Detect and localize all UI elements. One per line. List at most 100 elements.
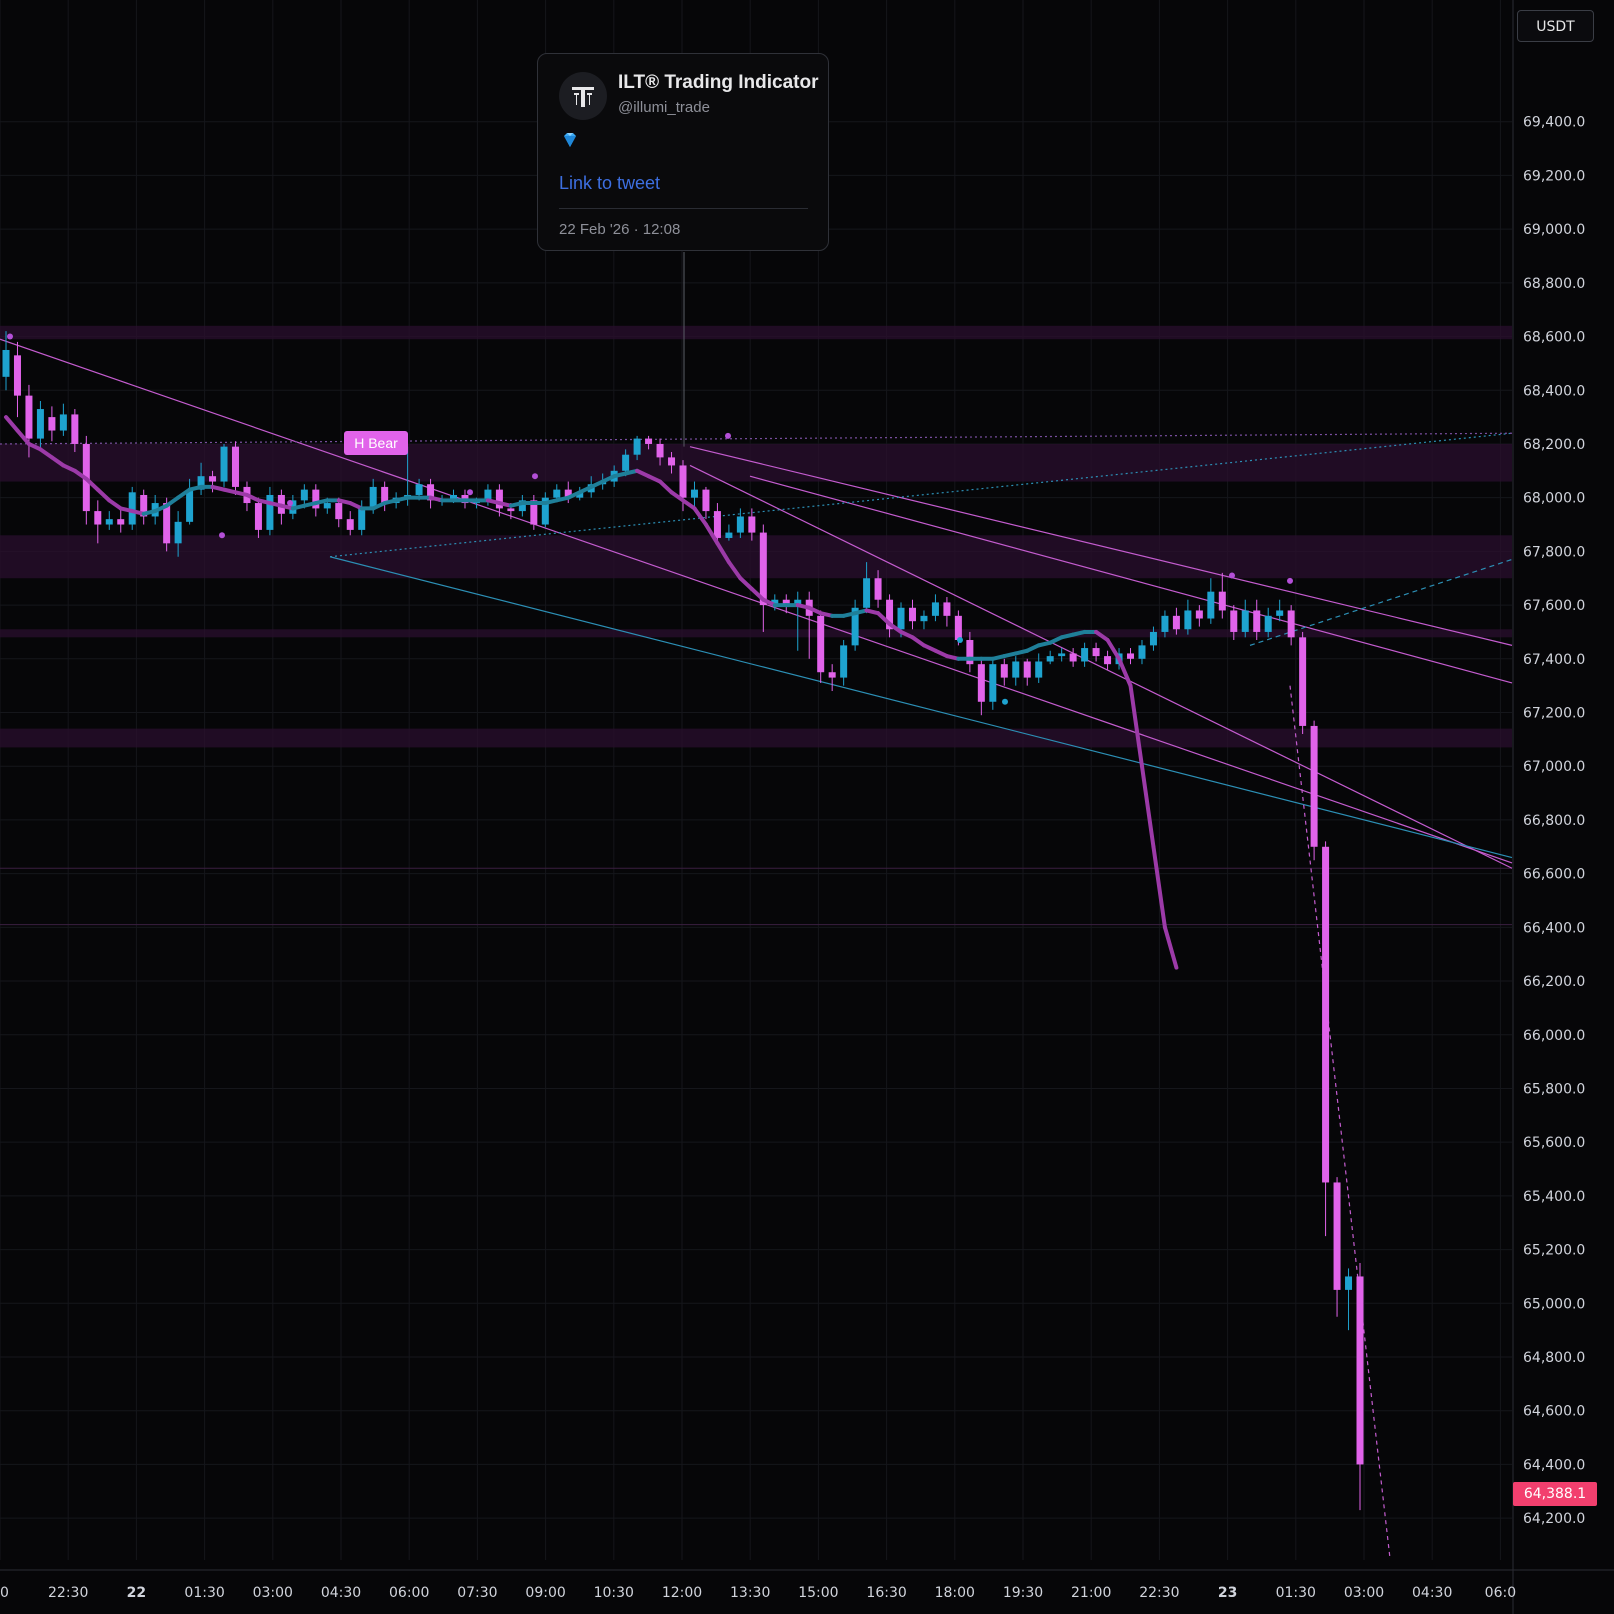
candle-body (186, 489, 194, 522)
candle-body (1058, 653, 1066, 657)
x-tick-label: 04:30 (321, 1585, 361, 1601)
supply-demand-zones (0, 325, 1512, 926)
x-tick-label: 22 (127, 1585, 146, 1601)
candle-body (1195, 610, 1203, 619)
trendline-lower (329, 556, 1513, 859)
candle-body (633, 438, 641, 455)
ma-segment (1128, 683, 1144, 769)
candle-body (1276, 610, 1284, 616)
currency-button[interactable]: USDT (1517, 10, 1594, 42)
y-tick-label: 69,000.0 (1523, 222, 1585, 238)
candle-body (656, 443, 664, 458)
signal-dot (219, 532, 225, 539)
candle-body (1104, 656, 1112, 665)
candle-body (908, 607, 916, 622)
y-tick-label: 68,000.0 (1523, 491, 1585, 507)
tweet-author-handle: @illumi_trade (618, 99, 710, 116)
x-tick-label: 21:00 (1071, 1585, 1111, 1601)
signal-dot (7, 333, 13, 340)
candle-body (690, 489, 698, 498)
trendline-steep (689, 464, 1513, 869)
candle-body (117, 519, 125, 525)
candle-body (1299, 637, 1307, 726)
time-axis[interactable]: 00 22:30 22 01:30 03:00 04:30 06:00 07:30 09:00 1… (0, 1585, 1516, 1601)
y-tick-label: 65,000.0 (1523, 1296, 1585, 1312)
candle-body (920, 615, 928, 622)
candle-body (1035, 661, 1043, 678)
candle-body (1207, 591, 1215, 619)
x-tick-label: 19:30 (1003, 1585, 1043, 1601)
candle-body (736, 516, 744, 533)
y-tick-label: 65,800.0 (1523, 1081, 1585, 1097)
zone-band (0, 535, 1512, 579)
ma-segment (95, 487, 112, 503)
ma-segment (658, 479, 674, 495)
tweet-link[interactable]: Link to tweet (559, 173, 660, 194)
ma-segment (910, 635, 926, 648)
candle-body (622, 454, 630, 471)
ma-segment (164, 495, 181, 508)
candle-body (759, 532, 767, 606)
candle-body (415, 484, 423, 495)
candle-body (25, 395, 33, 439)
candle-body (828, 672, 836, 678)
zone-band (0, 325, 1512, 340)
ma-segment (1162, 925, 1179, 970)
candle-body (220, 446, 228, 482)
candle-body (1310, 725, 1318, 847)
y-tick-label: 67,800.0 (1523, 544, 1585, 560)
y-tick-label: 64,800.0 (1523, 1350, 1585, 1366)
tweet-author-name: ILT® Trading Indicator (618, 72, 819, 93)
signal-dot (1287, 577, 1293, 584)
h-bear-tag: H Bear (344, 431, 408, 455)
candle-body (128, 492, 136, 525)
candle-body (725, 532, 733, 538)
y-tick-label: 64,400.0 (1523, 1457, 1585, 1473)
ma-segment (4, 415, 20, 433)
y-tick-label: 67,000.0 (1523, 759, 1585, 775)
ilt-logo-icon (572, 87, 594, 107)
candle-body (507, 508, 515, 512)
price-axis[interactable]: 64,200.0 64,400.0 64,600.0 64,800.0 65,000.0… (1523, 115, 1585, 1527)
candle-body (94, 511, 102, 525)
candle-body (1046, 656, 1054, 662)
candle-body (266, 494, 274, 530)
x-tick-label: 04:30 (1412, 1585, 1452, 1601)
moving-average-line (4, 415, 1179, 970)
avatar[interactable] (559, 72, 607, 120)
candle-body (335, 503, 343, 520)
y-tick-label: 67,400.0 (1523, 652, 1585, 668)
trendline-dotted-top (0, 432, 1513, 445)
trendline-dashed-fall (1289, 685, 1391, 1559)
candle-body (931, 602, 939, 616)
y-tick-label: 65,600.0 (1523, 1135, 1585, 1151)
candle-body (231, 446, 239, 487)
x-tick-label: 22:30 (48, 1585, 88, 1601)
candle-body (668, 457, 676, 466)
signal-dots (7, 333, 1293, 705)
candle-body (1345, 1276, 1353, 1290)
candle-body (702, 489, 710, 512)
candle-body (358, 508, 366, 530)
candle-body (645, 438, 653, 444)
candle-body (1241, 610, 1249, 632)
x-tick-label: 09:00 (525, 1585, 565, 1601)
signal-dot (467, 489, 473, 496)
x-tick-label: 18:00 (935, 1585, 975, 1601)
candle-body (1184, 610, 1192, 630)
y-tick-label: 68,400.0 (1523, 383, 1585, 399)
zone-band (0, 728, 1512, 748)
candle-body (346, 519, 354, 530)
x-tick-label: 03:00 (253, 1585, 293, 1601)
candle-body (817, 615, 825, 673)
candle-body (1287, 610, 1295, 638)
tweet-date: 22 Feb '26 · 12:08 (559, 221, 681, 238)
candle-body (943, 602, 951, 616)
candle-body (1264, 615, 1272, 632)
y-tick-label: 65,200.0 (1523, 1243, 1585, 1259)
y-tick-label: 67,200.0 (1523, 706, 1585, 722)
candle-body (1000, 664, 1008, 678)
candle-body (1127, 653, 1135, 659)
candle-body (1172, 615, 1180, 630)
candle-body (1081, 648, 1089, 662)
